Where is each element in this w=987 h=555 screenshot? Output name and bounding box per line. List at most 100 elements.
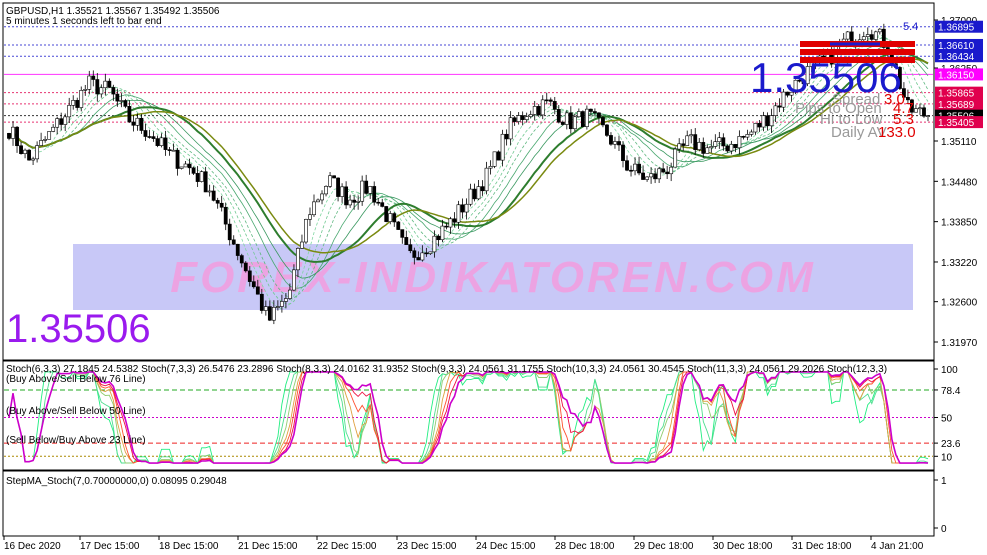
candle-body — [765, 115, 770, 127]
time-label-0: 16 Dec 2020 — [4, 541, 61, 552]
candle-body — [312, 201, 316, 216]
candle-body — [288, 289, 292, 299]
candle-body — [263, 306, 268, 311]
candle-body — [580, 111, 585, 127]
candle-body — [400, 229, 405, 238]
stepma-header: StepMA_Stoch(7,0.70000000,0) 0.08095 0.2… — [6, 476, 227, 487]
time-axis: 16 Dec 2020 17 Dec 15:00 18 Dec 15:00 21 De… — [3, 536, 924, 552]
time-label-5: 23 Dec 15:00 — [397, 541, 457, 552]
candle-body — [396, 221, 401, 230]
stepma-axis: 10 — [934, 476, 947, 535]
candle-body — [572, 116, 577, 130]
candle-body — [845, 31, 850, 40]
candle-body — [504, 133, 509, 140]
candle-body — [621, 144, 625, 161]
candle-body — [91, 75, 96, 80]
candle-body — [183, 163, 188, 168]
candle-body — [456, 204, 461, 223]
candle-body — [625, 160, 629, 171]
candle-body — [697, 142, 702, 150]
candle-body — [673, 148, 678, 168]
candle-body — [568, 112, 573, 130]
candle-body — [175, 149, 180, 169]
candle-body — [460, 204, 465, 213]
candle-body — [131, 121, 136, 126]
candle-body — [588, 108, 593, 112]
candle-body — [777, 105, 782, 108]
candle-body — [207, 190, 212, 193]
candle-body — [163, 137, 168, 150]
candle-body — [737, 136, 742, 149]
candle-body — [115, 93, 120, 102]
candle-body — [677, 143, 682, 150]
candle-body — [103, 80, 108, 89]
candle-body — [576, 111, 581, 118]
candle-body — [412, 250, 417, 258]
candle-body — [211, 190, 216, 201]
candle-body — [336, 177, 340, 197]
candle-body — [556, 109, 561, 123]
candle-body — [444, 225, 449, 228]
current-price-left: 1.35506 — [6, 307, 151, 351]
candle-body — [560, 121, 565, 125]
candle-body — [283, 298, 288, 302]
candle-body — [356, 200, 361, 203]
stoch-axis-label-3: 23.6 — [941, 439, 961, 450]
candle-body — [360, 180, 365, 202]
candle-body — [452, 218, 457, 223]
time-label-8: 29 Dec 18:00 — [634, 541, 694, 552]
candle-body — [227, 223, 232, 241]
candle-body — [119, 100, 124, 102]
candle-body — [15, 126, 19, 147]
candle-body — [617, 141, 621, 146]
candle-body — [520, 115, 525, 120]
candle-body — [480, 186, 485, 192]
candle-body — [468, 188, 473, 205]
candle-body — [629, 169, 633, 172]
time-label-6: 24 Dec 15:00 — [476, 541, 536, 552]
candle-body — [685, 135, 690, 146]
stepma-axis-label-0: 1 — [941, 476, 947, 487]
candle-body — [725, 145, 730, 152]
candle-body — [372, 186, 377, 203]
candle-body — [641, 172, 645, 180]
candle-body — [741, 136, 746, 138]
candle-body — [143, 130, 148, 137]
candle-body — [239, 255, 244, 264]
candle-body — [745, 134, 750, 138]
candle-body — [528, 114, 533, 117]
candle-body — [123, 100, 128, 107]
candle-body — [428, 251, 433, 254]
candle-body — [275, 306, 280, 308]
candle-body — [271, 307, 276, 321]
candle-body — [107, 80, 112, 88]
candle-body — [75, 100, 80, 108]
candle-body — [484, 167, 489, 192]
candle-body — [63, 116, 68, 125]
candle-body — [757, 123, 762, 128]
candle-body — [749, 131, 754, 135]
candle-body — [111, 87, 116, 95]
candle-body — [35, 145, 40, 160]
candle-body — [292, 269, 296, 291]
candle-body — [147, 136, 152, 138]
candle-body — [689, 134, 694, 137]
candle-body — [873, 31, 878, 40]
price-tag-7: 1.35689 — [938, 100, 975, 111]
candle-body — [51, 126, 56, 132]
candle-body — [564, 112, 569, 125]
candle-body — [392, 213, 397, 223]
candle-body — [259, 293, 264, 311]
candle-body — [376, 201, 381, 204]
stoch-axis-label-1: 78.4 — [941, 386, 961, 397]
candle-body — [865, 34, 870, 37]
candle-body — [597, 112, 601, 118]
time-label-10: 31 Dec 18:00 — [792, 541, 852, 552]
candle-body — [548, 99, 553, 102]
candle-body — [476, 186, 481, 200]
candle-body — [649, 173, 653, 178]
chart-window: FOREX-INDIKATOREN.COM GBPUSD,H1 1.35521 … — [2, 2, 983, 552]
candle-body — [464, 203, 469, 213]
stoch-axis-label-0: 100 — [941, 365, 958, 376]
candle-body — [709, 146, 714, 149]
